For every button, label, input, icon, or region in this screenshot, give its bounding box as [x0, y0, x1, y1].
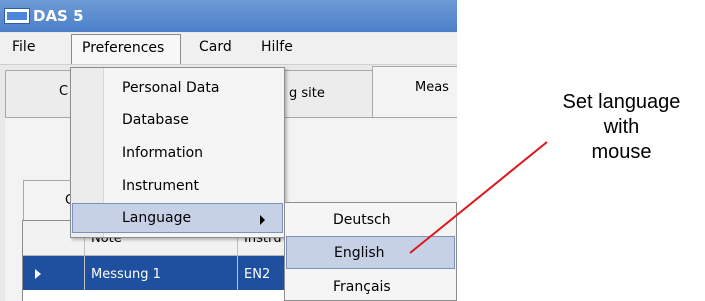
annotation-text: Set language with mouse — [538, 90, 705, 165]
annotation-line — [409, 141, 548, 254]
annotation-line-3: mouse — [591, 141, 652, 163]
annotation-line-1: Set language — [562, 91, 681, 113]
annotation-line-2: with — [603, 116, 640, 138]
